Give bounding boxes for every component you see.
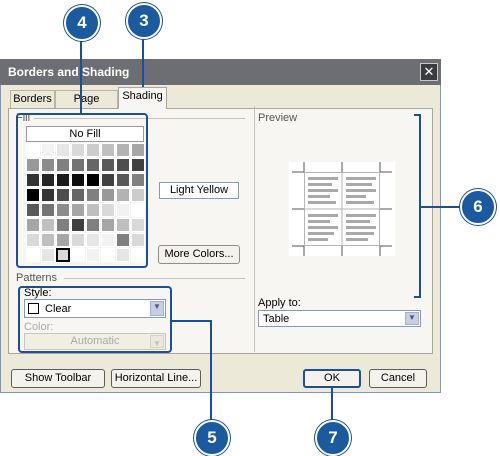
patterns-section-label: Patterns [16, 272, 57, 284]
more-colors-label: More Colors... [164, 248, 234, 260]
callout-3: 3 [126, 3, 162, 39]
preview-section-label: Preview [258, 112, 298, 124]
ok-label: OK [324, 372, 340, 384]
more-colors-button[interactable]: More Colors... [158, 245, 240, 264]
patterns-divider [64, 278, 245, 279]
apply-to-label: Apply to: [258, 297, 301, 309]
callout-3-line [142, 36, 144, 90]
callout-7-line [331, 388, 333, 420]
show-toolbar-button[interactable]: Show Toolbar [11, 369, 105, 388]
callout-7-number: 7 [328, 428, 338, 447]
callout-4-line [80, 38, 82, 114]
preview-table-image [289, 162, 395, 256]
horizontal-line-label: Horizontal Line... [114, 372, 198, 384]
selected-fill-name: Light Yellow [159, 182, 239, 199]
callout-5: 5 [194, 420, 230, 456]
callout-7: 7 [315, 420, 351, 456]
preview-bracket-bottom [414, 296, 421, 298]
callout-3-number: 3 [139, 11, 149, 30]
tab-borders[interactable]: Borders [10, 90, 55, 108]
selected-fill-name-text: Light Yellow [169, 184, 229, 196]
cancel-label: Cancel [380, 372, 416, 384]
close-button[interactable]: ✕ [420, 63, 438, 81]
callout-5-line-h [172, 320, 212, 322]
preview-table-icon [292, 162, 392, 256]
close-icon: ✕ [423, 64, 435, 79]
callout-6-line [421, 206, 461, 208]
callout-6: 6 [460, 189, 496, 225]
tab-page-border[interactable]: Page Border [55, 90, 118, 122]
apply-to-select[interactable]: Table ▼ [258, 310, 421, 327]
callout-5-line-v [210, 320, 212, 422]
dialog-title-bar[interactable]: Borders and Shading [0, 59, 441, 85]
callout-4: 4 [64, 5, 100, 41]
show-toolbar-label: Show Toolbar [24, 372, 92, 384]
ok-button[interactable]: OK [303, 369, 361, 388]
dialog-title: Borders and Shading [8, 65, 130, 79]
callout-5-number: 5 [207, 428, 217, 447]
tab-shading[interactable]: Shading [118, 87, 167, 109]
patterns-callout-box [18, 286, 172, 353]
callout-4-number: 4 [77, 13, 87, 32]
callout-6-number: 6 [473, 197, 483, 216]
tab-borders-label: Borders [13, 93, 52, 105]
horizontal-line-button[interactable]: Horizontal Line... [111, 369, 201, 388]
fill-callout-box [16, 113, 148, 268]
preview-divider [254, 106, 255, 352]
chevron-down-icon: ▼ [405, 312, 419, 325]
tab-shading-label: Shading [122, 90, 163, 102]
apply-to-value: Table [263, 313, 290, 325]
cancel-button[interactable]: Cancel [369, 369, 427, 388]
